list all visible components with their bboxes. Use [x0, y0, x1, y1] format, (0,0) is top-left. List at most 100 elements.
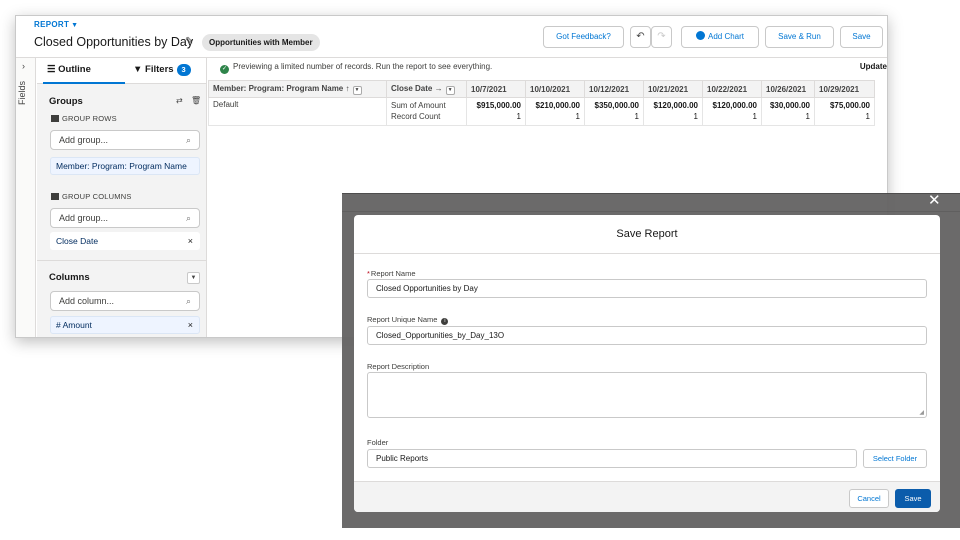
- report-title: Closed Opportunities by Day: [34, 35, 194, 49]
- count-value: 1: [693, 112, 698, 121]
- column-header[interactable]: 10/22/2021: [702, 80, 762, 98]
- screen: REPORT ▼ Closed Opportunities by Day ✎ Op…: [0, 0, 960, 540]
- report-eyebrow[interactable]: REPORT ▼: [34, 20, 78, 29]
- save-button[interactable]: Save: [840, 26, 883, 48]
- description-field[interactable]: ◢: [367, 372, 927, 418]
- select-folder-button[interactable]: Select Folder: [863, 449, 927, 468]
- search-icon: ⌕: [185, 213, 191, 223]
- column-header[interactable]: Member: Program: Program Name ↑ ▼: [208, 80, 387, 98]
- group-rows-text: GROUP ROWS: [62, 114, 117, 123]
- search-icon: ⌕: [185, 135, 191, 145]
- preview-notice-text: Previewing a limited number of records. …: [233, 62, 493, 71]
- preview-notice: ✓ Previewing a limited number of records.…: [208, 58, 887, 76]
- description-label: Report Description: [367, 362, 430, 371]
- report-name-field[interactable]: Closed Opportunities by Day: [367, 279, 927, 298]
- value-cell: $210,000.00 1: [525, 97, 585, 126]
- add-column-placeholder: Add column...: [59, 296, 115, 306]
- count-value: 1: [516, 112, 521, 121]
- value-cell: $75,000.00 1: [814, 97, 875, 126]
- column-header[interactable]: 10/26/2021: [761, 80, 815, 98]
- group-columns-input[interactable]: Add group... ⌕: [50, 208, 200, 228]
- resize-handle-icon[interactable]: ◢: [919, 409, 924, 416]
- required-marker: *: [367, 269, 370, 278]
- count-value: 1: [865, 112, 870, 121]
- save-run-button[interactable]: Save & Run: [765, 26, 834, 48]
- outline-panel: ☰ Outline ▼ Filters 3 Groups ⇄ 🗑 GROUP RO…: [37, 58, 207, 337]
- amount-value: $75,000.00: [829, 101, 870, 110]
- unique-name-field[interactable]: Closed_Opportunities_by_Day_13O: [367, 326, 927, 345]
- preview-table: Member: Program: Program Name ↑ ▼ Close D…: [208, 80, 875, 126]
- columns-icon: [51, 193, 59, 200]
- dialog-save-button[interactable]: Save: [895, 489, 931, 508]
- list-icon: ☰: [47, 64, 59, 75]
- amount-value: $120,000.00: [653, 101, 699, 110]
- column-header[interactable]: 10/29/2021: [814, 80, 875, 98]
- add-column-input[interactable]: Add column... ⌕: [50, 291, 200, 311]
- unique-name-label: Report Unique Name i: [367, 315, 449, 325]
- tab-filters-label: Filters: [145, 64, 174, 75]
- group-rows-label: GROUP ROWS: [51, 114, 117, 123]
- edit-pencil-icon[interactable]: ✎: [185, 36, 193, 47]
- trash-icon[interactable]: 🗑: [191, 96, 201, 105]
- groups-title: Groups: [49, 96, 83, 107]
- swap-icon[interactable]: ⇄: [176, 96, 183, 105]
- chart-icon: [695, 31, 705, 40]
- count-value: 1: [805, 112, 810, 121]
- amount-value: $210,000.00: [535, 101, 581, 110]
- add-chart-label: Add Chart: [707, 32, 745, 41]
- tab-outline[interactable]: ☰ Outline: [47, 64, 91, 75]
- save-report-dialog: Save Report *Report Name Closed Opportun…: [354, 215, 940, 512]
- value-cell: $915,000.00 1: [466, 97, 526, 126]
- redo-icon[interactable]: ↷: [651, 26, 672, 48]
- columns-title: Columns: [49, 272, 90, 283]
- rows-icon: [51, 115, 59, 122]
- group-column-chip[interactable]: Close Date ×: [50, 232, 200, 250]
- report-header: REPORT ▼ Closed Opportunities by Day ✎ Op…: [16, 16, 887, 58]
- group-columns-text: GROUP COLUMNS: [62, 192, 132, 201]
- info-icon[interactable]: i: [441, 318, 449, 325]
- report-type-pill: Opportunities with Member: [202, 34, 320, 51]
- columns-menu-button[interactable]: ▼: [187, 272, 200, 284]
- eyebrow-label: REPORT: [34, 20, 70, 29]
- tab-filters[interactable]: ▼ Filters 3: [133, 64, 191, 76]
- group-cell: Default: [208, 97, 387, 126]
- chevron-right-icon[interactable]: ›: [22, 61, 25, 71]
- amount-value: $350,000.00: [594, 101, 640, 110]
- column-header[interactable]: 10/10/2021: [525, 80, 585, 98]
- dialog-title: Save Report: [354, 215, 940, 254]
- column-header[interactable]: 10/12/2021: [584, 80, 644, 98]
- filter-icon: ▼: [133, 64, 146, 75]
- group-rows-input[interactable]: Add group... ⌕: [50, 130, 200, 150]
- tab-outline-label: Outline: [58, 64, 91, 75]
- count-value: 1: [634, 112, 639, 121]
- feedback-button[interactable]: Got Feedback?: [543, 26, 624, 48]
- unique-name-label-text: Report Unique Name: [367, 315, 438, 324]
- count-label: Record Count: [391, 112, 441, 121]
- value-cell: $120,000.00 1: [702, 97, 762, 126]
- folder-field[interactable]: Public Reports: [367, 449, 857, 468]
- column-header[interactable]: 10/7/2021: [466, 80, 526, 98]
- undo-icon[interactable]: ↶: [630, 26, 651, 48]
- update-toggle-label[interactable]: Update: [860, 58, 887, 76]
- filters-count-badge: 3: [176, 64, 191, 76]
- column-header-label: Member: Program: Program Name: [213, 83, 344, 93]
- fields-rail[interactable]: › Fields: [16, 58, 36, 337]
- report-name-label: *Report Name: [367, 269, 416, 278]
- column-header[interactable]: 10/21/2021: [643, 80, 703, 98]
- check-icon: ✓: [220, 65, 229, 74]
- chevron-down-icon[interactable]: ▼: [445, 85, 455, 95]
- cancel-button[interactable]: Cancel: [849, 489, 889, 508]
- sum-label: Sum of Amount: [391, 101, 446, 110]
- column-header[interactable]: Close Date → ▼: [386, 80, 467, 98]
- close-icon[interactable]: ×: [188, 317, 193, 333]
- close-icon[interactable]: ✕: [928, 193, 941, 208]
- report-name-label-text: Report Name: [370, 269, 416, 278]
- close-icon[interactable]: ×: [188, 233, 193, 249]
- active-tab-indicator: [43, 82, 125, 84]
- column-chip-amount[interactable]: # Amount ×: [50, 316, 200, 334]
- chevron-down-icon[interactable]: ▼: [352, 85, 362, 95]
- chevron-down-icon[interactable]: ▼: [71, 22, 78, 29]
- group-row-chip[interactable]: Member: Program: Program Name: [50, 157, 200, 175]
- section-divider: [37, 260, 206, 261]
- add-chart-button[interactable]: Add Chart: [681, 26, 759, 48]
